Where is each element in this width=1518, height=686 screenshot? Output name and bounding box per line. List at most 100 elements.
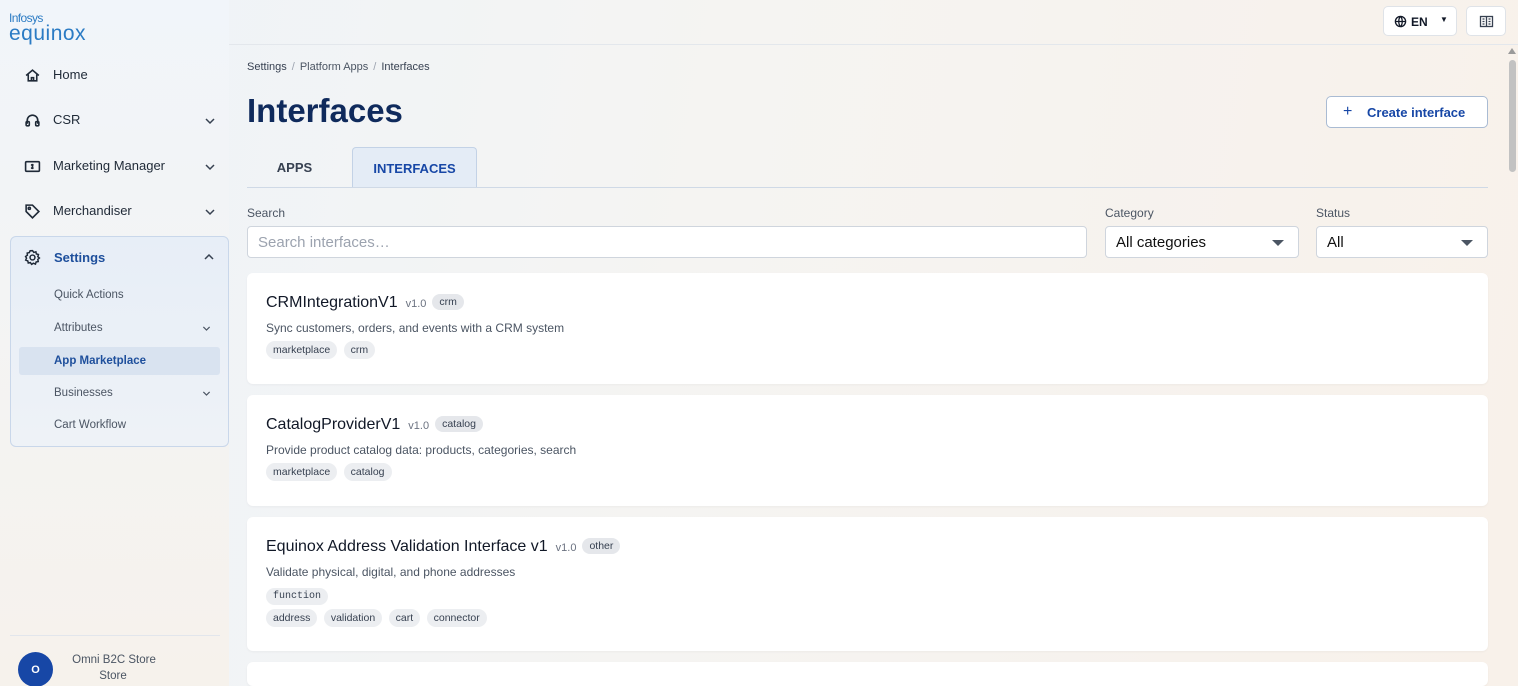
- brand-logo[interactable]: Infosys equinox: [9, 12, 119, 46]
- tag: validation: [323, 609, 383, 627]
- globe-icon: [1394, 15, 1407, 28]
- tab-interfaces[interactable]: INTERFACES: [352, 147, 477, 188]
- sidebar-item-label: CSR: [53, 112, 81, 127]
- headset-icon: [25, 114, 40, 127]
- sidebar-item-label: Marketing Manager: [53, 158, 165, 173]
- sidebar-item-label: Merchandiser: [53, 203, 132, 218]
- interface-card[interactable]: CRMIntegrationV1 v1.0 crm Sync customers, …: [247, 273, 1488, 384]
- chevron-down-icon[interactable]: [203, 160, 217, 174]
- interface-description: Validate physical, digital, and phone ad…: [266, 565, 516, 579]
- interface-name: CRMIntegrationV1: [266, 294, 398, 311]
- tag: cart: [388, 609, 421, 627]
- category-select[interactable]: All categories: [1105, 226, 1299, 258]
- breadcrumb-settings[interactable]: Settings: [247, 61, 287, 73]
- sidebar-item-label: Settings: [54, 250, 106, 265]
- create-interface-label: Create interface: [1367, 105, 1466, 120]
- search-label: Search: [247, 206, 286, 220]
- breadcrumb-platform-apps[interactable]: Platform Apps: [300, 61, 368, 73]
- status-select[interactable]: All: [1316, 226, 1488, 258]
- sidebar-subitem-quick-actions[interactable]: Quick Actions: [19, 281, 220, 309]
- tag: catalog: [343, 463, 392, 481]
- tab-apps[interactable]: APPS: [247, 147, 342, 188]
- category-badge: other: [582, 538, 621, 554]
- gear-icon: [24, 249, 41, 266]
- breadcrumb-separator: /: [373, 61, 377, 73]
- sidebar-subitem-label: Attributes: [54, 322, 103, 334]
- sidebar-subitem-label: App Marketplace: [54, 355, 147, 367]
- store-name[interactable]: Omni B2C Store: [66, 654, 162, 666]
- scroll-up-arrow-icon[interactable]: [1508, 48, 1516, 54]
- dropdown-arrow-icon: [1272, 240, 1284, 246]
- avatar[interactable]: O: [18, 652, 53, 686]
- building-icon: [1479, 15, 1494, 28]
- tag-icon: [25, 204, 41, 220]
- sidebar-subitem-label: Cart Workflow: [54, 419, 126, 431]
- money-icon: [24, 160, 41, 173]
- sidebar-settings-group: Settings Quick Actions Attributes App Ma…: [10, 236, 229, 447]
- brand-line2: equinox: [9, 22, 87, 45]
- chevron-down-icon[interactable]: [203, 114, 217, 128]
- card-title: CatalogProviderV1 v1.0 catalog: [266, 416, 483, 434]
- category-badge: crm: [432, 294, 464, 310]
- sidebar-subitem-cart-workflow[interactable]: Cart Workflow: [19, 411, 220, 439]
- store-switcher-button[interactable]: [1466, 6, 1506, 36]
- sidebar-item-settings[interactable]: Settings: [11, 237, 228, 277]
- sidebar: Infosys equinox Home CSR Marketing Manag…: [0, 0, 229, 686]
- plus-icon: +: [1343, 103, 1353, 120]
- sidebar-item-marketing-manager[interactable]: Marketing Manager: [10, 145, 229, 187]
- interface-version: v1.0: [555, 542, 577, 554]
- tab-label: APPS: [276, 160, 313, 175]
- interface-version: v1.0: [408, 420, 430, 432]
- sidebar-subitem-label: Businesses: [54, 387, 113, 399]
- sidebar-item-merchandiser[interactable]: Merchandiser: [10, 190, 229, 232]
- type-tag-list: function: [266, 585, 330, 605]
- type-tag: function: [266, 588, 329, 605]
- card-title: Equinox Address Validation Interface v1 v…: [266, 538, 621, 556]
- scrollbar-thumb[interactable]: [1509, 60, 1516, 172]
- interface-card[interactable]: CatalogProviderV1 v1.0 catalog Provide pro…: [247, 395, 1488, 506]
- interface-name: CatalogProviderV1: [266, 416, 401, 433]
- sidebar-subitem-label: Quick Actions: [54, 289, 124, 301]
- chevron-down-icon[interactable]: [201, 388, 212, 399]
- tag-list: marketplace crm: [266, 340, 377, 359]
- interface-name: Equinox Address Validation Interface v1: [266, 538, 548, 555]
- tag: address: [266, 609, 318, 627]
- chevron-down-icon[interactable]: [201, 323, 212, 334]
- interface-card[interactable]: Equinox Address Validation Interface v1 v…: [247, 517, 1488, 651]
- interface-description: Provide product catalog data: products, …: [266, 443, 577, 457]
- page-title: Interfaces: [247, 92, 403, 129]
- language-button[interactable]: EN ▼: [1383, 6, 1457, 36]
- sidebar-item-label: Home: [53, 67, 88, 82]
- card-title: CRMIntegrationV1 v1.0 crm: [266, 294, 464, 312]
- interface-version: v1.0: [405, 298, 427, 310]
- tag-list: marketplace catalog: [266, 462, 394, 481]
- topbar-divider: [229, 44, 1518, 45]
- tab-label: INTERFACES: [373, 161, 456, 176]
- category-badge: catalog: [435, 416, 483, 432]
- tag: marketplace: [266, 341, 338, 359]
- tag: marketplace: [266, 463, 338, 481]
- caret-down-icon: ▼: [1440, 15, 1448, 24]
- status-value: All: [1327, 234, 1344, 251]
- tabs-divider: [247, 187, 1488, 188]
- breadcrumb-separator: /: [291, 61, 295, 73]
- interface-description: Sync customers, orders, and events with …: [266, 321, 565, 335]
- interface-card-partial[interactable]: [247, 662, 1488, 686]
- tag-list: address validation cart connector: [266, 608, 489, 627]
- language-label: EN: [1411, 15, 1428, 29]
- sidebar-subitem-attributes[interactable]: Attributes: [19, 314, 220, 342]
- sidebar-subitem-app-marketplace[interactable]: App Marketplace: [19, 347, 220, 375]
- breadcrumb: Settings / Platform Apps / Interfaces: [247, 61, 430, 73]
- category-label: Category: [1105, 206, 1154, 220]
- chevron-up-icon[interactable]: [202, 250, 216, 264]
- sidebar-item-home[interactable]: Home: [10, 54, 229, 96]
- sidebar-item-csr[interactable]: CSR: [10, 99, 229, 141]
- create-interface-button[interactable]: + Create interface: [1326, 96, 1488, 128]
- sidebar-subitem-businesses[interactable]: Businesses: [19, 379, 220, 407]
- sidebar-divider: [10, 635, 220, 636]
- chevron-down-icon[interactable]: [203, 205, 217, 219]
- category-value: All categories: [1116, 234, 1207, 251]
- tag: connector: [426, 609, 487, 627]
- dropdown-arrow-icon: [1461, 240, 1473, 246]
- search-input[interactable]: [247, 226, 1087, 258]
